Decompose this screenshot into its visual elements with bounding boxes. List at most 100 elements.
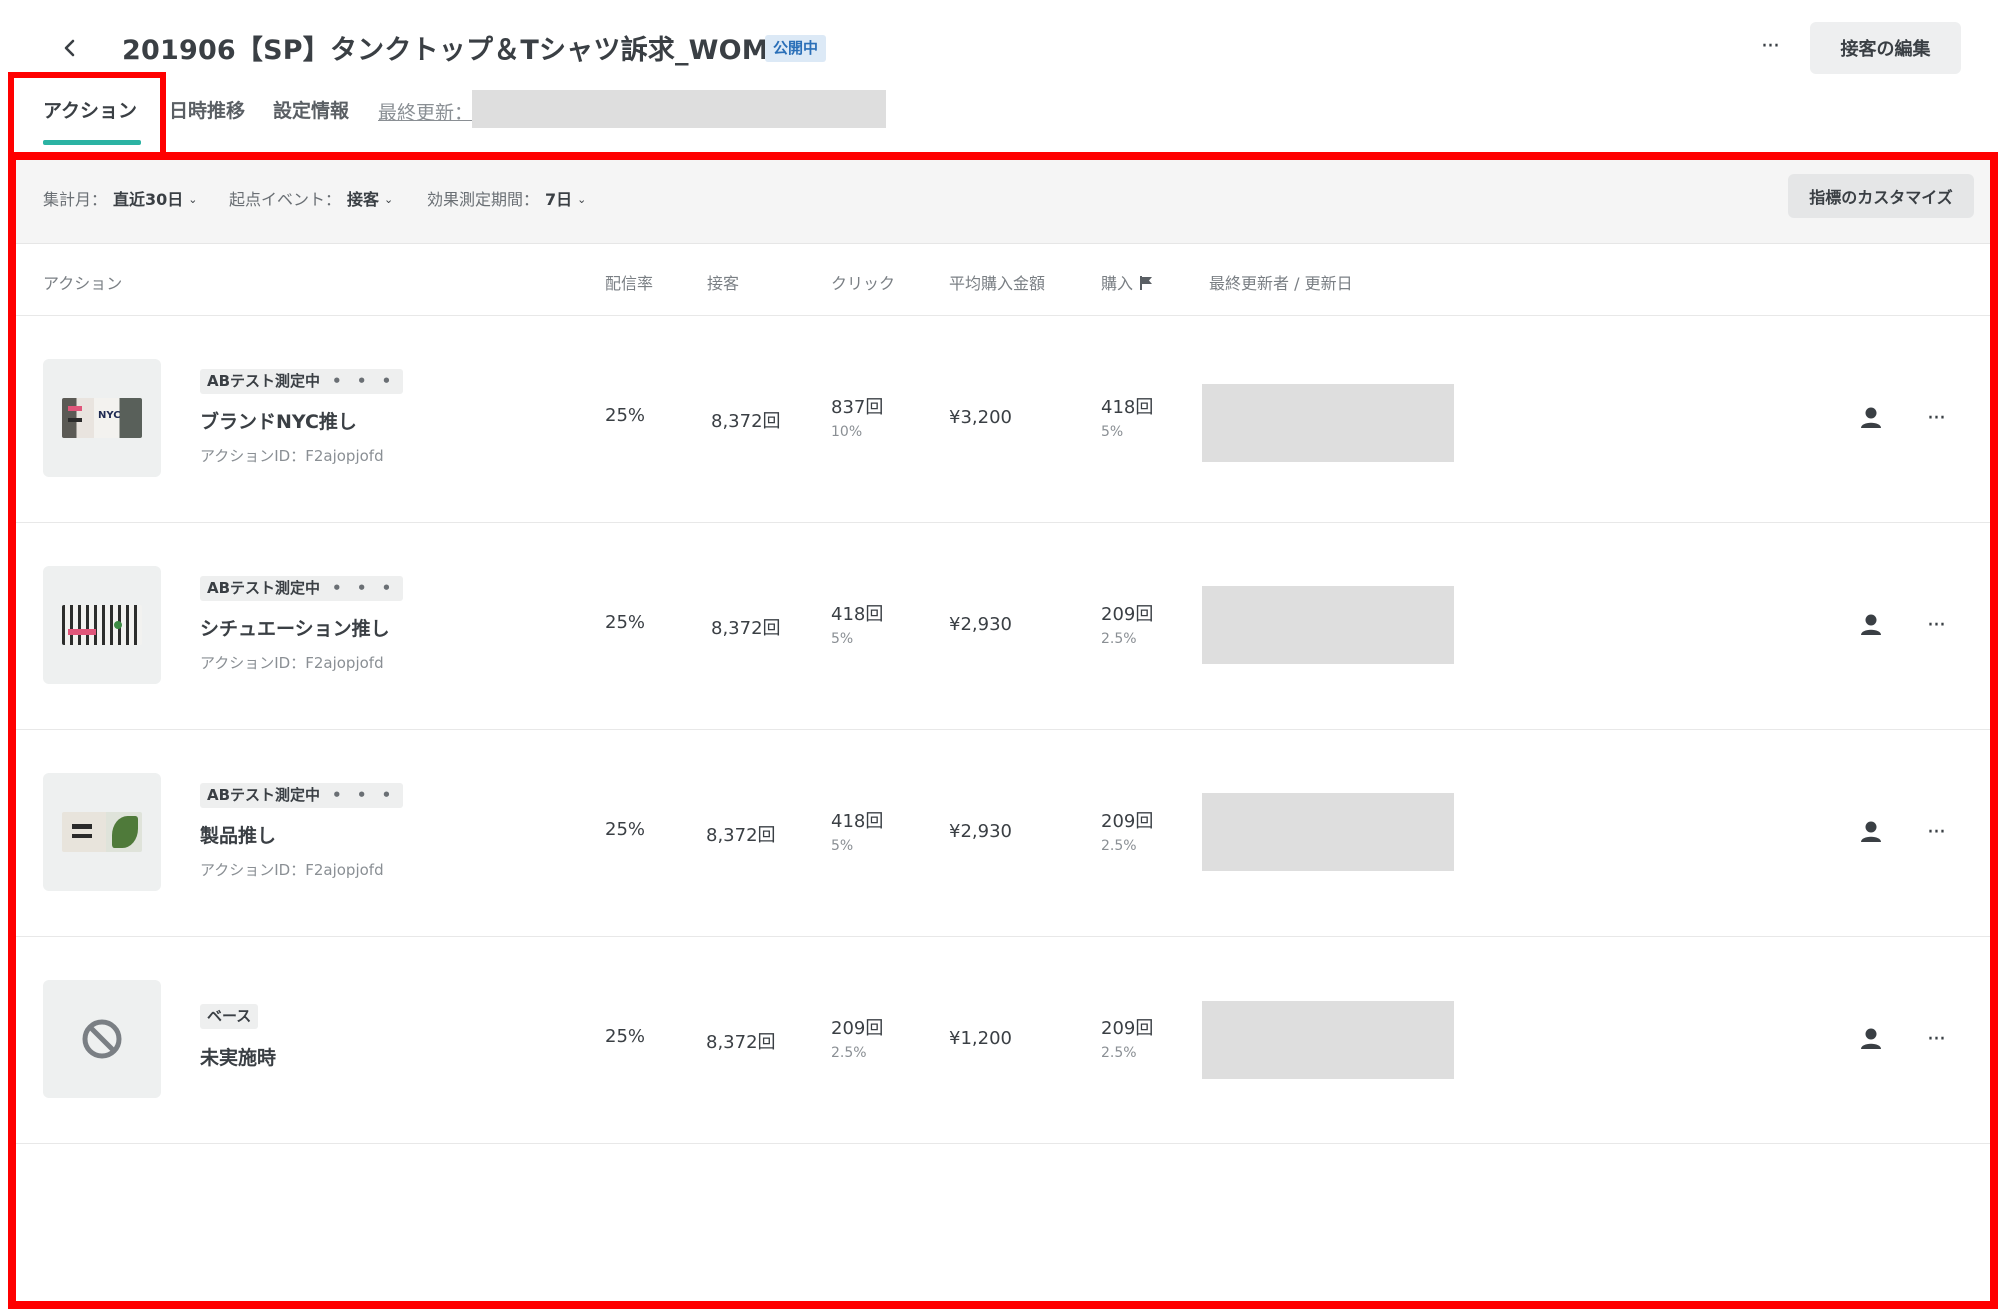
action-thumbnail [43,566,161,684]
column-action: アクション [43,274,123,293]
avg-purchase-amount: ¥1,200 [949,1028,1012,1049]
filter-value: 7日 [545,190,573,209]
user-icon[interactable] [1857,1025,1885,1053]
action-id: アクションID：F2ajopjofd [200,654,384,672]
column-click: クリック [831,274,896,293]
action-thumbnail [43,980,161,1098]
purchase-count: 209回 [1101,811,1154,832]
tab-bar: アクション 日時推移 設定情報 最終更新： [0,88,2000,148]
user-icon[interactable] [1857,611,1885,639]
more-options-icon[interactable]: ··· [1752,28,1788,64]
updater-redacted [1202,384,1454,462]
chevron-down-icon: ⌄ [577,193,587,206]
user-icon[interactable] [1857,818,1885,846]
action-id: アクションID：F2ajopjofd [200,861,384,879]
filter-value: 直近30日 [113,190,184,209]
column-purchase-label: 購入 [1101,274,1134,293]
click-count: 837回 [831,397,884,418]
filter-measurement-period[interactable]: 効果測定期間： 7日 ⌄ [427,186,586,210]
table-header: アクション 配信率 接客 クリック 平均購入金額 購入 最終更新者 / 更新日 [14,244,1990,316]
product-leaf-image [62,812,142,852]
chevron-left-icon [64,39,75,57]
updater-redacted [1202,793,1454,871]
filter-bar: 集計月： 直近30日 ⌄ 起点イベント： 接客 ⌄ 効果測定期間： 7日 ⌄ 指標のカスタマ… [14,160,1990,244]
filter-label: 効果測定期間： [427,190,540,209]
click-rate: 5% [831,838,854,854]
click-rate: 5% [831,631,854,647]
table-row[interactable]: ABテスト測定中 • • • シチュエーション推し アクションID：F2ajopj… [14,523,1990,730]
table-row[interactable]: NYC ABテスト測定中 • • • ブランドNYC推し アクションID：F2aj… [14,316,1990,523]
reach-count: 8,372回 [711,618,781,639]
row-more-icon[interactable]: ··· [1918,404,1954,432]
column-purchase: 購入 [1101,270,1153,294]
action-thumbnail: NYC [43,359,161,477]
click-count: 418回 [831,604,884,625]
updater-redacted [1202,1001,1454,1079]
click-count: 209回 [831,1018,884,1039]
table-row[interactable]: ベース 未実施時 25% 8,372回 209回 2.5% ¥1,200 209… [14,937,1990,1144]
edit-campaign-button[interactable]: 接客の編集 [1810,22,1961,74]
base-badge: ベース [200,1004,259,1029]
delivery-rate: 25% [605,612,646,633]
purchase-count: 209回 [1101,604,1154,625]
last-updated-label[interactable]: 最終更新： [378,98,473,125]
purchase-rate: 2.5% [1101,631,1137,647]
table-row[interactable]: ABテスト測定中 • • • 製品推し アクションID：F2ajopjofd 25… [14,730,1990,937]
row-more-icon[interactable]: ··· [1918,818,1954,846]
delivery-rate: 25% [605,819,646,840]
page-header: 201906【SP】タンクトップ＆Tシャツ訴求_WOMEN 公開中 ··· 接客… [0,0,2000,96]
flag-icon [1140,276,1153,290]
reach-count: 8,372回 [711,411,781,432]
action-name[interactable]: 未実施時 [200,1043,276,1070]
filter-start-event[interactable]: 起点イベント： 接客 ⌄ [229,186,393,210]
purchase-rate: 2.5% [1101,838,1137,854]
reach-count: 8,372回 [706,825,776,846]
nyc-shirt-image: NYC [62,398,142,438]
delivery-rate: 25% [605,405,646,426]
prohibited-icon [82,1019,122,1059]
purchase-rate: 5% [1101,424,1124,440]
action-name[interactable]: ブランドNYC推し [200,407,357,434]
ab-test-badge: ABテスト測定中 • • • [200,783,404,808]
action-name[interactable]: 製品推し [200,821,276,848]
row-more-icon[interactable]: ··· [1918,611,1954,639]
column-reach: 接客 [707,274,740,293]
filter-label: 起点イベント： [229,190,342,209]
customize-metrics-button[interactable]: 指標のカスタマイズ [1788,174,1974,218]
click-count: 418回 [831,811,884,832]
click-rate: 2.5% [831,1045,867,1061]
tab-settings[interactable]: 設定情報 [273,96,349,123]
striped-situation-image [62,605,142,645]
last-updated-redacted [472,90,886,128]
tab-daily-trend[interactable]: 日時推移 [169,96,245,123]
back-button[interactable] [56,30,84,66]
chevron-down-icon: ⌄ [188,193,198,206]
ab-test-badge: ABテスト測定中 • • • [200,369,404,394]
avg-purchase-amount: ¥3,200 [949,407,1012,428]
column-updater: 最終更新者 / 更新日 [1209,274,1353,293]
filter-label: 集計月： [43,190,108,209]
row-more-icon[interactable]: ··· [1918,1025,1954,1053]
ab-test-badge: ABテスト測定中 • • • [200,576,404,601]
purchase-count: 418回 [1101,397,1154,418]
highlight-tab-outline [8,72,166,158]
purchase-rate: 2.5% [1101,1045,1137,1061]
updater-redacted [1202,586,1454,664]
action-id: アクションID：F2ajopjofd [200,447,384,465]
chevron-down-icon: ⌄ [384,193,394,206]
delivery-rate: 25% [605,1026,646,1047]
reach-count: 8,372回 [706,1032,776,1053]
column-delivery-rate: 配信率 [605,274,654,293]
page-title: 201906【SP】タンクトップ＆Tシャツ訴求_WOMEN [122,35,811,66]
filter-value: 接客 [347,190,380,209]
action-name[interactable]: シチュエーション推し [200,614,390,641]
action-thumbnail [43,773,161,891]
column-avg-purchase: 平均購入金額 [949,274,1046,293]
avg-purchase-amount: ¥2,930 [949,821,1012,842]
user-icon[interactable] [1857,404,1885,432]
status-badge: 公開中 [765,35,827,62]
filter-aggregation-month[interactable]: 集計月： 直近30日 ⌄ [43,186,198,210]
avg-purchase-amount: ¥2,930 [949,614,1012,635]
click-rate: 10% [831,424,863,440]
purchase-count: 209回 [1101,1018,1154,1039]
